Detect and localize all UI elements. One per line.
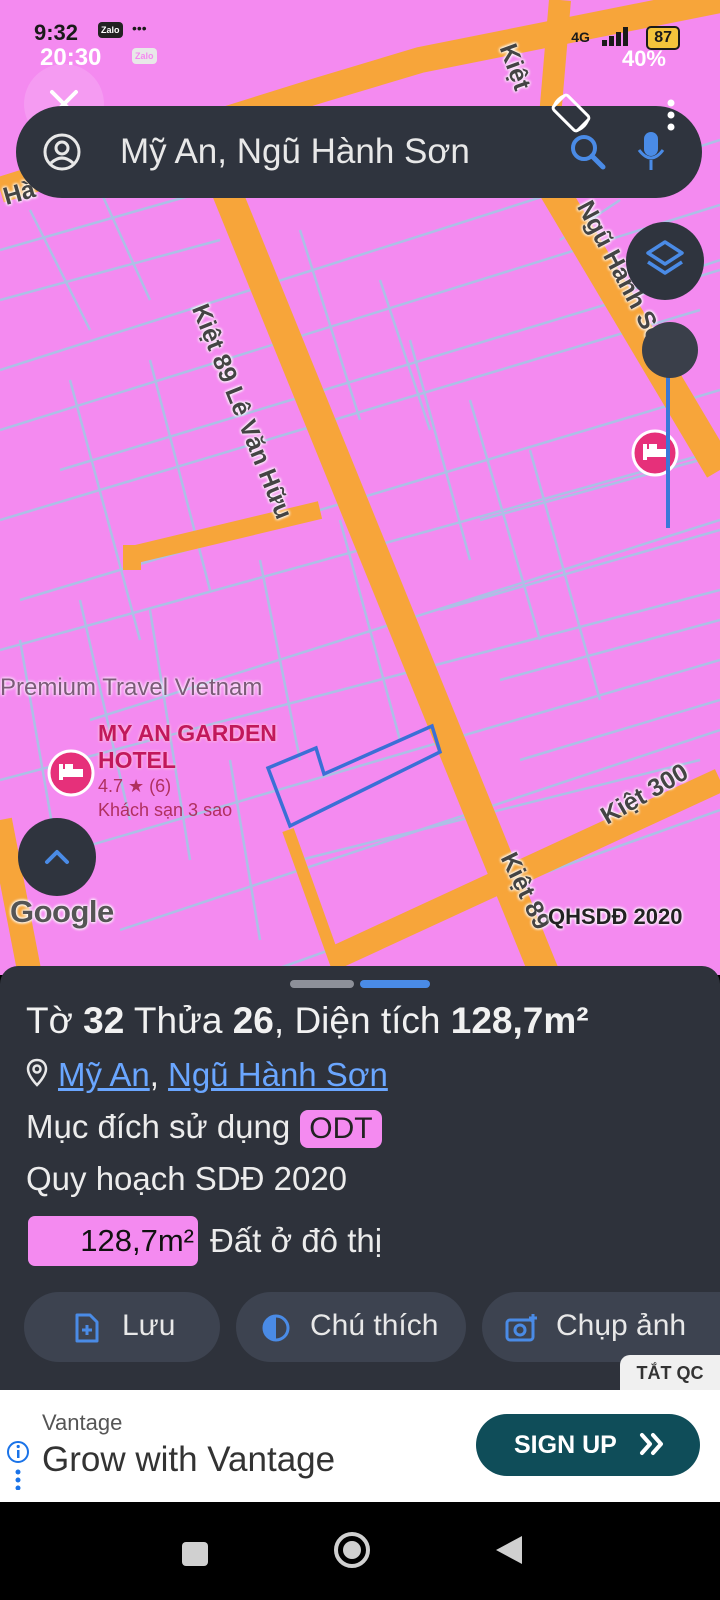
opacity-slider-track[interactable] [666,372,670,528]
legend-button[interactable]: Chú thích [236,1292,466,1362]
land-use-label: Mục đích sử dụng [26,1108,291,1145]
signal-icon [602,27,629,47]
search-bar[interactable]: Mỹ An, Ngũ Hành Sơn [16,106,702,198]
back-icon[interactable] [490,1530,530,1570]
chevron-up-icon [45,850,69,864]
zalo-notification-icon: Zalo [132,48,157,64]
save-label: Lưu [122,1309,176,1342]
location-separator: , [149,1056,169,1093]
close-ad-button[interactable]: TẮT QC [620,1355,720,1391]
save-button[interactable]: Lưu [24,1292,220,1362]
ad-signup-button[interactable]: SIGN UP [476,1414,700,1476]
double-chevron-right-icon [640,1433,663,1455]
opacity-slider-handle[interactable] [642,322,698,378]
parcel-title: Tờ 32 Thửa 26, Diện tích 128,7m² [26,1000,589,1042]
status-bar: 9:32 20:30 Zalo ••• Zalo 4G 87 40% [0,0,720,78]
ad-banner[interactable]: Vantage Grow with Vantage SIGN UP [0,1390,720,1502]
auto-rotate-icon[interactable] [548,90,594,136]
land-use-row: Mục đích sử dụng ODT [26,1108,382,1148]
battery-overlay: 40% [621,46,666,71]
location-row: Mỹ An, Ngũ Hành Sơn [26,1056,388,1094]
hotel-label[interactable]: MY AN GARDEN HOTEL 4.7 ★ (6) Khách sạn 3… [98,720,277,822]
screenshot-label: Chụp ảnh [556,1309,687,1342]
title-mid2: , Diện tích [273,1000,451,1041]
location-pin-icon [26,1058,48,1087]
add-photo-icon [505,1314,537,1342]
hotel-name-line1: MY AN GARDEN [98,720,277,746]
layers-icon [646,240,684,275]
hotel-category: Khách sạn 3 sao [98,800,233,820]
more-notifications-icon: ••• [132,20,147,36]
recent-apps-icon[interactable] [176,1532,216,1572]
parcel-info-sheet: Tờ 32 Thửa 26, Diện tích 128,7m² Mỹ An, … [0,966,720,1390]
plan-area-description: Đất ở đô thị [210,1222,383,1259]
hotel-name-line2: HOTEL [98,747,176,773]
parcel-number: 26 [232,1000,274,1041]
ward-link[interactable]: Mỹ An [58,1056,150,1093]
legend-label: Chú thích [310,1309,439,1342]
mic-icon[interactable] [636,130,666,174]
sheet-number: 32 [83,1000,125,1041]
network-type: 4G [571,29,590,45]
google-logo: Google [10,894,114,929]
ad-cta-label: SIGN UP [514,1431,617,1459]
zalo-notification-icon: Zalo [98,22,123,38]
district-link[interactable]: Ngũ Hành Sơn [168,1056,388,1093]
hotel-rating: 4.7 ★ (6) [98,776,172,796]
ad-info-icon[interactable] [6,1440,30,1490]
title-prefix: Tờ [26,1000,84,1041]
status-time: 9:32 [34,20,79,45]
expand-panel-button[interactable] [18,818,96,896]
bed-icon [631,429,679,477]
bed-icon [47,749,95,797]
hotel-pin[interactable] [46,748,96,803]
parcel-area: 128,7m² [450,1000,589,1041]
sheet-drag-handle[interactable] [290,980,354,988]
search-icon[interactable] [568,132,608,172]
land-use-code-badge: ODT [300,1110,382,1148]
search-input[interactable]: Mỹ An, Ngũ Hành Sơn [120,132,470,172]
title-mid1: Thửa [124,1000,233,1041]
layers-button[interactable] [626,222,704,300]
map-view[interactable]: Kiệt 89 Lê Văn Hữu Ngũ Hành Sơ Kiệt 300 … [0,0,720,975]
more-options-icon[interactable] [666,98,676,132]
sheet-drag-handle-active[interactable] [360,980,430,988]
add-file-icon [75,1313,99,1343]
account-icon[interactable] [42,132,82,172]
hotel-pin-right[interactable] [630,428,680,483]
plan-layer-label: QHSDĐ 2020 [548,904,683,929]
plan-label: Quy hoạch SDĐ 2020 [26,1160,348,1197]
system-nav-bar [0,1502,720,1600]
plan-area-swatch: 128,7m² [28,1216,198,1266]
poi-label-premium-travel[interactable]: Premium Travel Vietnam [0,674,262,702]
ad-headline: Grow with Vantage [42,1440,336,1479]
ad-brand: Vantage [42,1410,123,1435]
contrast-icon [262,1314,290,1342]
home-icon[interactable] [330,1528,374,1572]
plan-area-row: 128,7m² Đất ở đô thị [28,1216,382,1266]
screenshot-button[interactable]: Chụp ảnh [482,1292,720,1362]
